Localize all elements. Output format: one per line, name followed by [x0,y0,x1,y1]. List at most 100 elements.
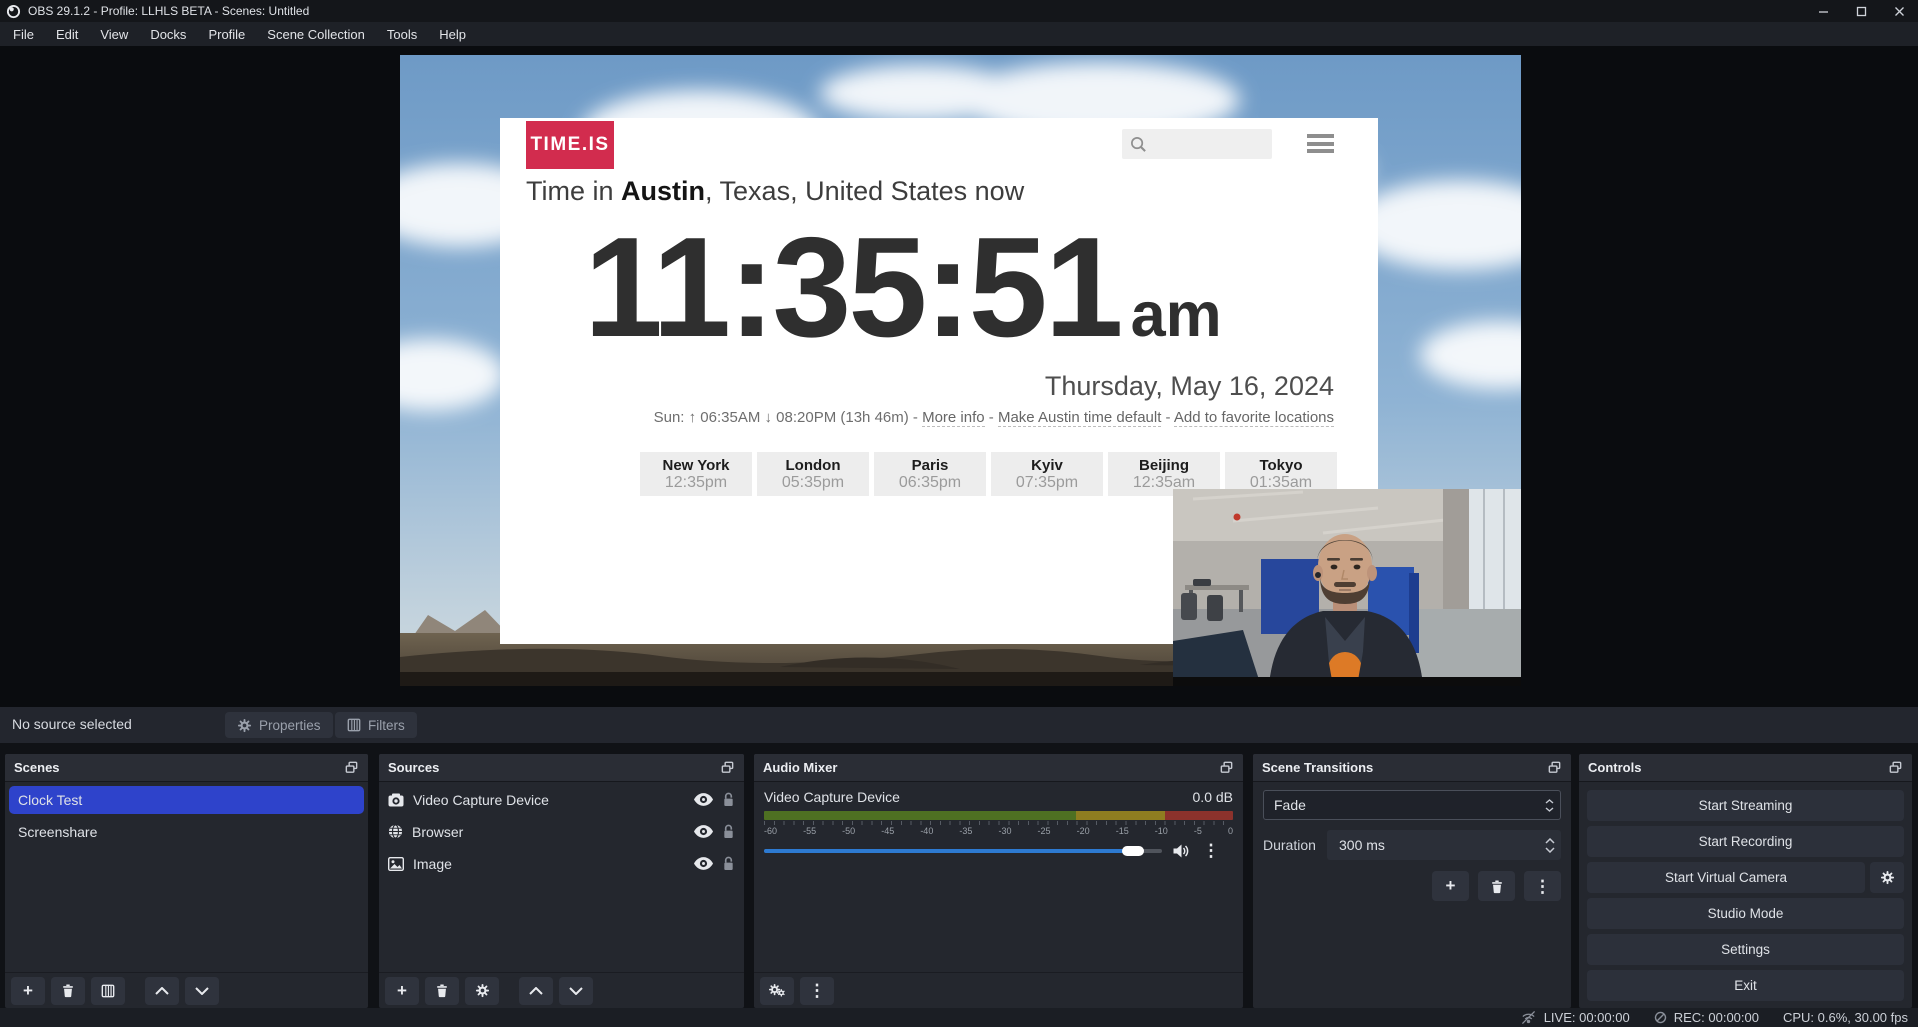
source-properties-button[interactable] [465,977,499,1005]
speaker-icon[interactable] [1172,843,1190,859]
program-preview[interactable]: TIME.IS Time in Austin, Texas, United St… [400,55,1521,686]
filters-button[interactable]: Filters [335,712,417,738]
scene-item-screenshare[interactable]: Screenshare [9,818,364,846]
chevron-up-icon [529,987,543,995]
remove-scene-button[interactable] [51,977,85,1005]
add-transition-button[interactable]: + [1432,871,1469,901]
menu-scene-collection[interactable]: Scene Collection [256,24,376,45]
chevron-up-icon [1545,799,1554,804]
advanced-audio-properties-button[interactable] [760,977,794,1005]
make-default-link[interactable]: Make Austin time default [998,409,1161,427]
webcam-video-capture [1173,489,1521,686]
menu-docks[interactable]: Docks [139,24,197,45]
volume-slider[interactable] [764,845,1162,857]
sun-info-line: Sun: ↑ 06:35AM ↓ 08:20PM (13h 46m) - Mor… [654,409,1334,426]
timeis-logo[interactable]: TIME.IS [526,121,614,169]
live-time: LIVE: 00:00:00 [1544,1010,1630,1025]
add-source-button[interactable]: + [385,977,419,1005]
source-row-video-capture[interactable]: Video Capture Device [379,785,744,814]
city-name: Austin [621,176,705,206]
city-newyork[interactable]: New York12:35pm [640,452,752,496]
add-favorite-link[interactable]: Add to favorite locations [1174,409,1334,427]
sources-dock-title: Sources [388,760,439,775]
city-paris[interactable]: Paris06:35pm [874,452,986,496]
popout-icon[interactable] [1219,760,1234,775]
mixer-menu-button[interactable]: ⋮ [800,977,834,1005]
filters-icon [347,718,361,732]
settings-button[interactable]: Settings [1587,934,1904,965]
audio-mixer-dock: Audio Mixer Video Capture Device 0.0 dB … [754,754,1243,1008]
studio-mode-button[interactable]: Studio Mode [1587,898,1904,929]
scene-filters-button[interactable] [91,977,125,1005]
scene-transitions-dock: Scene Transitions Fade Duration 300 ms + [1253,754,1571,1008]
menu-tools[interactable]: Tools [376,24,428,45]
obs-logo-icon [6,4,21,19]
move-source-up-button[interactable] [519,977,553,1005]
chevron-up-icon [155,987,169,995]
city-kyiv[interactable]: Kyiv07:35pm [991,452,1103,496]
city-london[interactable]: London05:35pm [757,452,869,496]
chevron-down-icon [195,987,209,995]
time-digits: 11:35:51 [584,217,1121,359]
chevron-down-icon [1545,807,1554,812]
maximize-button[interactable] [1842,0,1880,22]
visibility-eye-icon[interactable] [694,825,713,838]
popout-icon[interactable] [1547,760,1562,775]
virtual-camera-settings-button[interactable] [1870,862,1904,893]
scenes-dock-title: Scenes [14,760,60,775]
start-streaming-button[interactable]: Start Streaming [1587,790,1904,821]
add-scene-button[interactable]: + [11,977,45,1005]
mixer-channel-menu-button[interactable]: ⋮ [1200,842,1222,859]
visibility-eye-icon[interactable] [694,793,713,806]
lock-icon[interactable] [722,824,735,839]
search-input[interactable] [1122,129,1272,159]
minimize-button[interactable] [1804,0,1842,22]
trash-icon [61,983,75,998]
lock-icon[interactable] [722,856,735,871]
popout-icon[interactable] [1888,760,1903,775]
duration-spinbox[interactable]: 300 ms [1327,830,1561,860]
scene-item-clock-test[interactable]: Clock Test [9,786,364,814]
transitions-dock-title: Scene Transitions [1262,760,1373,775]
title-bar: OBS 29.1.2 - Profile: LLHLS BETA - Scene… [0,0,1918,22]
chevron-down-icon [1545,847,1555,853]
close-button[interactable] [1880,0,1918,22]
menu-help[interactable]: Help [428,24,477,45]
popout-icon[interactable] [344,760,359,775]
menu-profile[interactable]: Profile [197,24,256,45]
record-inactive-icon [1654,1011,1667,1024]
menu-file[interactable]: File [2,24,45,45]
source-status-text: No source selected [12,716,132,732]
current-time: 11:35:51 am [584,217,1222,359]
status-bar: LIVE: 00:00:00 REC: 00:00:00 CPU: 0.6%, … [0,1008,1918,1027]
start-recording-button[interactable]: Start Recording [1587,826,1904,857]
more-info-link[interactable]: More info [922,409,985,427]
source-row-browser[interactable]: Browser [379,817,744,846]
chevron-up-icon [1545,838,1555,844]
move-source-down-button[interactable] [559,977,593,1005]
window-title: OBS 29.1.2 - Profile: LLHLS BETA - Scene… [28,4,309,18]
properties-button[interactable]: Properties [225,712,333,738]
remove-source-button[interactable] [425,977,459,1005]
filters-icon [101,984,115,998]
visibility-eye-icon[interactable] [694,857,713,870]
audio-mixer-dock-title: Audio Mixer [763,760,837,775]
remove-transition-button[interactable] [1478,871,1515,901]
exit-button[interactable]: Exit [1587,970,1904,1001]
start-virtual-camera-button[interactable]: Start Virtual Camera [1587,862,1865,893]
move-scene-down-button[interactable] [185,977,219,1005]
transition-select[interactable]: Fade [1263,790,1561,820]
hamburger-menu-icon[interactable] [1307,134,1334,153]
stream-inactive-icon [1520,1010,1537,1025]
trash-icon [1490,879,1504,894]
volume-slider-handle[interactable] [1122,846,1144,856]
gears-icon [769,983,786,998]
move-scene-up-button[interactable] [145,977,179,1005]
source-row-image[interactable]: Image [379,849,744,878]
menu-view[interactable]: View [89,24,139,45]
sources-dock: Sources Video Capture Device Browser Ima… [379,754,744,1008]
lock-icon[interactable] [722,792,735,807]
menu-edit[interactable]: Edit [45,24,89,45]
popout-icon[interactable] [720,760,735,775]
transition-menu-button[interactable]: ⋮ [1524,871,1561,901]
